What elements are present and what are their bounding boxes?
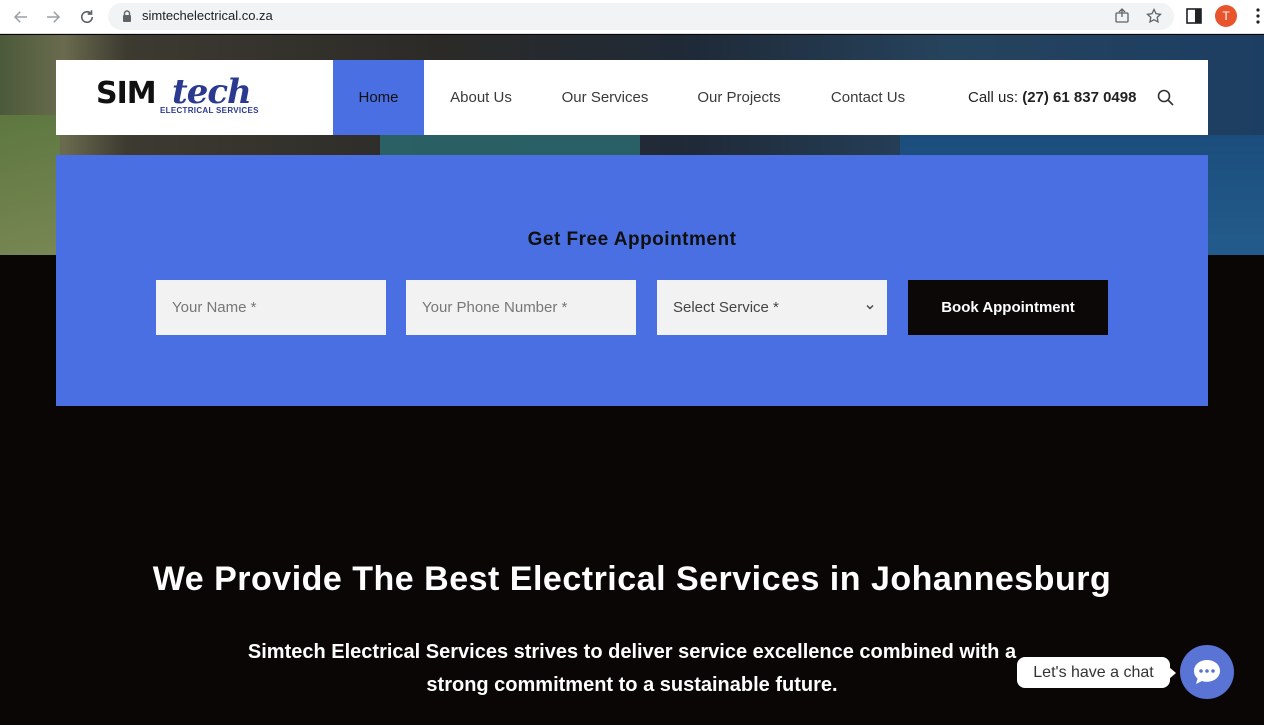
bookmark-star-icon[interactable] (1146, 8, 1162, 24)
nav-about-us[interactable]: About Us (434, 60, 528, 135)
side-panel-icon[interactable] (1185, 7, 1203, 25)
logo-subtitle: ELECTRICAL SERVICES (160, 106, 259, 115)
main-headline: We Provide The Best Electrical Services … (152, 560, 1112, 598)
reload-icon[interactable] (76, 6, 98, 28)
forward-icon[interactable] (42, 6, 64, 28)
phone-input[interactable]: Your Phone Number * (406, 280, 636, 335)
back-icon[interactable] (10, 6, 32, 28)
name-input[interactable]: Your Name * (156, 280, 386, 335)
appointment-title: Get Free Appointment (527, 229, 737, 250)
appointment-panel: Get Free Appointment Your Name * Your Ph… (56, 155, 1208, 406)
chat-prompt[interactable]: Let's have a chat (1017, 657, 1176, 688)
search-icon[interactable] (1157, 89, 1174, 106)
nav-home[interactable]: Home (333, 60, 424, 135)
profile-avatar[interactable]: T (1215, 5, 1237, 27)
more-menu-icon[interactable] (1249, 7, 1264, 25)
url-text: simtechelectrical.co.za (142, 8, 273, 23)
lock-icon (123, 10, 131, 22)
call-us[interactable]: Call us: (27) 61 837 0498 (968, 89, 1136, 106)
chat-icon (1194, 660, 1220, 684)
address-bar[interactable]: simtechelectrical.co.za (108, 3, 1174, 30)
nav-our-services[interactable]: Our Services (548, 60, 662, 135)
site-header: SIM tech ELECTRICAL SERVICES Home About … (56, 60, 1208, 135)
site-logo[interactable]: SIM tech ELECTRICAL SERVICES (96, 72, 286, 119)
logo-main-text: SIM (96, 76, 157, 111)
service-select-label: Select Service * (673, 299, 779, 316)
call-label: Call us: (968, 89, 1019, 106)
browser-toolbar: simtechelectrical.co.za T (0, 0, 1264, 34)
chat-button[interactable] (1180, 645, 1234, 699)
book-appointment-button[interactable]: Book Appointment (908, 280, 1108, 335)
call-number: (27) 61 837 0498 (1022, 89, 1137, 106)
service-select[interactable]: Select Service * (657, 280, 887, 335)
share-icon[interactable] (1114, 8, 1130, 24)
chevron-down-icon (866, 305, 874, 310)
main-subtext: Simtech Electrical Services strives to d… (247, 641, 1017, 696)
nav-our-projects[interactable]: Our Projects (682, 60, 796, 135)
nav-contact-us[interactable]: Contact Us (816, 60, 920, 135)
